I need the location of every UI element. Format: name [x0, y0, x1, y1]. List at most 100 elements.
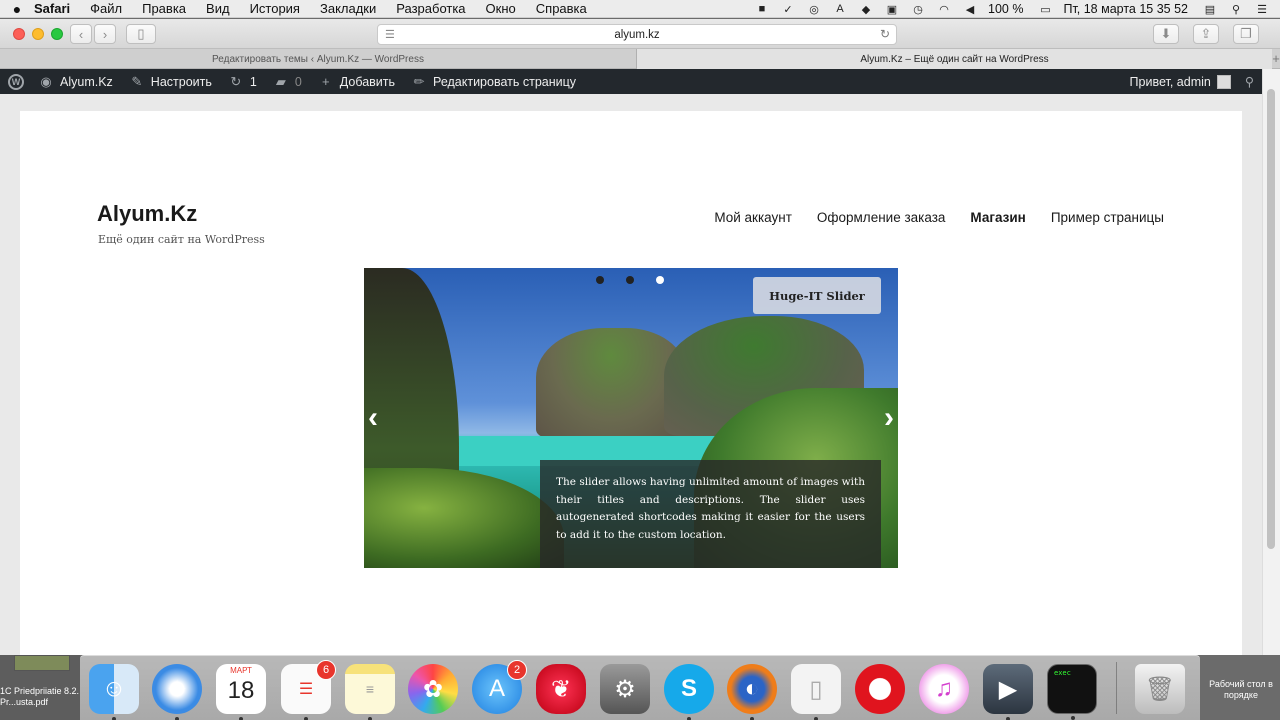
- volume-icon[interactable]: ◀: [962, 3, 978, 16]
- back-button[interactable]: ‹: [70, 24, 92, 44]
- page-scrollbar[interactable]: [1262, 69, 1280, 655]
- plus-icon: +: [321, 74, 330, 89]
- admin-account-area: Привет, admin ⚲: [1130, 69, 1262, 94]
- wifi-icon[interactable]: ◠: [936, 3, 952, 16]
- menu-window[interactable]: Окно: [486, 1, 516, 16]
- time-machine-icon[interactable]: ◷: [910, 3, 926, 16]
- url-text[interactable]: alyum.kz: [614, 29, 659, 41]
- opera-icon[interactable]: [855, 664, 905, 714]
- pencil-icon: ✏: [413, 73, 425, 89]
- brush-icon: ✎: [131, 73, 143, 89]
- battery-icon[interactable]: ▭: [1037, 3, 1053, 16]
- system-preferences-icon[interactable]: ⚙: [600, 664, 650, 714]
- address-bar[interactable]: ☰ alyum.kz ↻: [377, 24, 897, 45]
- flag-us-icon[interactable]: ▤: [1202, 3, 1218, 16]
- reminders-icon[interactable]: ☰ 6: [281, 660, 336, 720]
- safari-icon[interactable]: ✦: [152, 664, 202, 720]
- calendar-day: 18: [227, 677, 255, 704]
- photo-booth-icon[interactable]: ▶: [983, 664, 1033, 720]
- tab-edit-themes[interactable]: Редактировать темы ‹ Alyum.Kz — WordPres…: [0, 49, 637, 69]
- desktop-folder-label: Рабочий стол в порядке: [1209, 679, 1273, 700]
- strawberry-app-icon[interactable]: ❦: [536, 664, 586, 714]
- spotlight-icon[interactable]: ⚲: [1228, 3, 1244, 16]
- dropbox-icon[interactable]: ◆: [858, 3, 874, 16]
- admin-site-link[interactable]: ◉ Alyum.Kz: [38, 73, 112, 90]
- terminal-text: exec: [1054, 669, 1071, 677]
- trash-icon[interactable]: 🗑: [1135, 664, 1185, 714]
- wordpress-logo-icon[interactable]: W: [8, 73, 24, 90]
- menu-app-name[interactable]: Safari: [34, 1, 70, 16]
- nav-sample-page[interactable]: Пример страницы: [1051, 210, 1164, 225]
- add-new-link[interactable]: + Добавить: [318, 74, 395, 90]
- forward-button[interactable]: ›: [94, 24, 116, 44]
- slider-prev-arrow-icon[interactable]: ‹: [368, 401, 378, 435]
- truck-icon[interactable]: ▣: [884, 3, 900, 16]
- menu-edit[interactable]: Правка: [142, 1, 186, 16]
- share-icon[interactable]: ⇪: [1193, 24, 1219, 44]
- fullscreen-window-button[interactable]: [51, 28, 63, 40]
- customize-label: Настроить: [150, 74, 212, 89]
- site-description: Ещё один сайт на WordPress: [98, 233, 265, 246]
- dashboard-icon: ◉: [40, 73, 52, 89]
- updates-link[interactable]: ↻ 1: [228, 74, 257, 90]
- comments-link[interactable]: ▰ 0: [273, 74, 302, 90]
- menu-develop[interactable]: Разработка: [396, 1, 465, 16]
- clock[interactable]: Пт, 18 марта 15 35 52: [1063, 2, 1188, 16]
- running-indicator: [1071, 716, 1075, 720]
- app-store-icon[interactable]: A 2: [472, 660, 527, 714]
- desktop-file-left[interactable]: 1C Priedpriiatie 8.2. Pr...usta.pdf: [0, 655, 80, 720]
- add-new-label: Добавить: [339, 74, 396, 89]
- terminal-icon[interactable]: exec: [1047, 664, 1097, 720]
- reader-icon[interactable]: ☰: [385, 28, 395, 41]
- scrollbar-thumb[interactable]: [1267, 89, 1275, 549]
- itunes-icon[interactable]: ♫: [919, 664, 969, 714]
- desktop-file-right[interactable]: Рабочий стол в порядке: [1200, 655, 1280, 720]
- slider-next-arrow-icon[interactable]: ›: [884, 401, 894, 435]
- slider-dot-1[interactable]: [596, 276, 604, 284]
- minimize-window-button[interactable]: [32, 28, 44, 40]
- adobe-icon[interactable]: A: [832, 3, 848, 15]
- nav-my-account[interactable]: Мой аккаунт: [714, 210, 792, 225]
- tabs-overview-icon[interactable]: ❐: [1233, 24, 1259, 44]
- cloud-icon[interactable]: ◎: [806, 3, 822, 16]
- menu-help[interactable]: Справка: [536, 1, 587, 16]
- tab-alyum-site[interactable]: Alyum.Kz – Ещё один сайт на WordPress: [637, 49, 1272, 69]
- notes-icon[interactable]: ≡: [345, 664, 395, 720]
- status-area: ■ ✓ ◎ A ◆ ▣ ◷ ◠ ◀ 100 % ▭ Пт, 18 марта 1…: [754, 0, 1280, 18]
- calendar-icon[interactable]: МАРТ 18: [216, 664, 266, 720]
- search-icon[interactable]: ⚲: [1245, 74, 1254, 89]
- tab-bar: Редактировать темы ‹ Alyum.Kz — WordPres…: [0, 49, 1280, 69]
- finder-icon[interactable]: ☺: [89, 664, 139, 720]
- notification-center-icon[interactable]: ☰: [1254, 3, 1270, 16]
- check-icon[interactable]: ✓: [780, 3, 796, 16]
- menu-bookmarks[interactable]: Закладки: [320, 1, 376, 16]
- skype-icon[interactable]: S: [664, 664, 714, 720]
- slider-dot-3[interactable]: [656, 276, 664, 284]
- text-document-icon[interactable]: ▯: [791, 664, 841, 720]
- camera-icon[interactable]: ■: [754, 3, 770, 15]
- admin-greeting[interactable]: Привет, admin: [1130, 75, 1211, 89]
- menu-view[interactable]: Вид: [206, 1, 230, 16]
- firefox-icon[interactable]: ◐: [727, 664, 777, 720]
- sidebar-toggle-icon[interactable]: ▯: [126, 24, 156, 44]
- photos-icon[interactable]: ✿: [408, 664, 458, 714]
- reload-icon[interactable]: ↻: [880, 27, 890, 41]
- new-tab-icon[interactable]: +: [1272, 49, 1280, 68]
- slider-dot-2[interactable]: [626, 276, 634, 284]
- slide-description: The slider allows having unlimited amoun…: [540, 460, 881, 568]
- close-window-button[interactable]: [13, 28, 25, 40]
- apple-menu-icon[interactable]: ●: [0, 1, 34, 17]
- site-title[interactable]: Alyum.Kz: [97, 201, 197, 227]
- slide-title: Huge-IT Slider: [753, 277, 881, 314]
- edit-page-link[interactable]: ✏ Редактировать страницу: [411, 74, 576, 90]
- avatar[interactable]: [1216, 74, 1231, 89]
- customize-link[interactable]: ✎ Настроить: [129, 74, 212, 90]
- updates-count: 1: [249, 74, 257, 89]
- battery-percent[interactable]: 100 %: [988, 2, 1023, 16]
- downloads-icon[interactable]: ⬇: [1153, 24, 1179, 44]
- image-slider[interactable]: Huge-IT Slider ‹ › The slider allows hav…: [364, 268, 898, 568]
- nav-checkout[interactable]: Оформление заказа: [817, 210, 946, 225]
- nav-shop[interactable]: Магазин: [970, 210, 1025, 225]
- menu-history[interactable]: История: [250, 1, 300, 16]
- menu-file[interactable]: Файл: [90, 1, 122, 16]
